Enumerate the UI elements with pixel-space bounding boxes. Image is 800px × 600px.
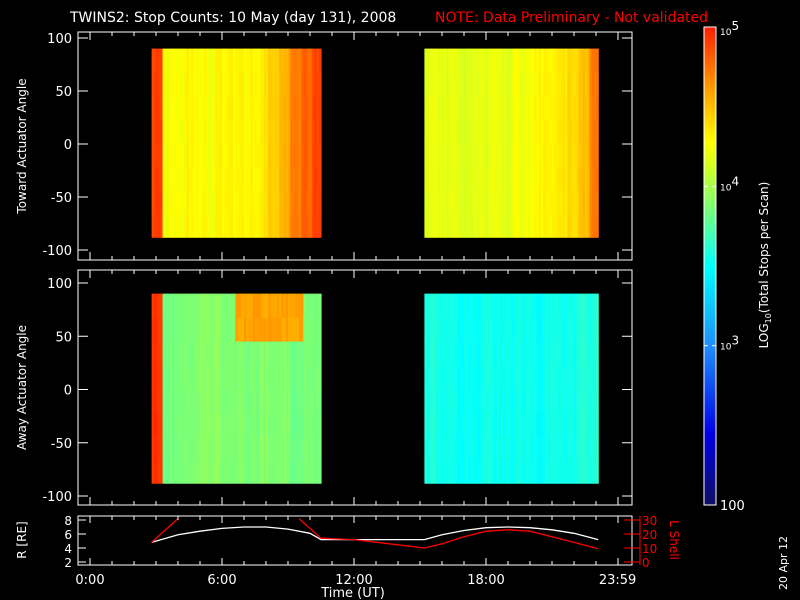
y-tick-label: 0 (64, 138, 72, 153)
colorbar-tick-exponent: 5 (731, 19, 739, 33)
x-tick-label: 23:59 (599, 573, 636, 588)
heatmap-cell (596, 364, 599, 389)
heatmap-cell (596, 317, 599, 342)
heatmap-cell (596, 72, 599, 97)
y-tick-label: 50 (55, 85, 72, 100)
heatmap-cell (596, 166, 599, 191)
heatmap-cell (318, 412, 322, 437)
heatmap-cell (318, 119, 322, 144)
heatmap-cell (318, 341, 322, 366)
heatmap-cell (318, 95, 322, 120)
lshell-tick-label: 20 (642, 528, 657, 542)
y-tick-label: -100 (42, 244, 72, 259)
heatmap-cell (318, 48, 322, 73)
colorbar-label-main: LOG (757, 323, 771, 348)
heatmap-cell (318, 435, 322, 461)
heatmap-cell (596, 142, 599, 168)
twins-plot: TWINS2: Stop Counts: 10 May (day 131), 2… (15, 10, 790, 600)
heatmap-cell (596, 293, 599, 318)
colorbar-gradient (704, 27, 716, 506)
heatmap-cell (318, 190, 322, 215)
colorbar-label: LOG10(Total Stops per Scan) (757, 182, 773, 349)
heatmap-cell (318, 364, 322, 389)
heatmap-cell (596, 435, 599, 461)
colorbar-tick-label: 105 (720, 19, 739, 38)
x-tick-label: 6:00 (207, 573, 236, 588)
y-tick-label: -100 (42, 490, 72, 505)
date-stamp: 20 Apr 12 (777, 536, 790, 590)
colorbar-tick-exponent: 3 (731, 334, 739, 348)
away-axis-label: Away Actuator Angle (15, 325, 29, 450)
y-tick-label: 100 (47, 277, 72, 292)
plot-title: TWINS2: Stop Counts: 10 May (day 131), 2… (69, 10, 396, 26)
heatmap-cell (596, 341, 599, 366)
heatmap-cell (318, 293, 322, 318)
toward-axis-label: Toward Actuator Angle (15, 78, 29, 214)
colorbar-tick-label: 104 (720, 174, 739, 193)
heatmap-cell (318, 317, 322, 342)
heatmap-cell (596, 119, 599, 144)
lshell-tick-label: 0 (642, 556, 650, 570)
lshell-tick-label: 10 (642, 542, 657, 556)
r-tick-label: 6 (64, 528, 72, 542)
x-tick-label: 0:00 (75, 573, 104, 588)
colorbar-tick-label: 100 (720, 499, 745, 514)
r-tick-label: 8 (64, 514, 72, 528)
preliminary-note: NOTE: Data Preliminary - Not validated (435, 10, 708, 26)
heatmap-cell (318, 213, 322, 238)
y-tick-label: -50 (51, 437, 72, 452)
y-tick-label: 50 (55, 330, 72, 345)
y-tick-label: -50 (51, 191, 72, 206)
heatmap-cell (318, 72, 322, 97)
heatmap-cell (596, 459, 599, 484)
r-tick-label: 2 (64, 556, 72, 570)
spectrogram-away (151, 293, 599, 484)
heatmap-cell (596, 190, 599, 215)
lshell-axis-label: L Shell (667, 520, 681, 560)
heatmap-cell (318, 166, 322, 191)
heatmap-cell (318, 459, 322, 484)
y-tick-label: 100 (47, 32, 72, 47)
heatmap-cell (596, 412, 599, 437)
colorbar-tick-label: 103 (720, 334, 739, 353)
heatmap-cell (596, 48, 599, 73)
colorbar-tick-exponent: 4 (731, 174, 739, 188)
colorbar-label-rest: (Total Stops per Scan) (757, 182, 771, 313)
heatmap-cell (318, 388, 322, 413)
y-tick-label: 0 (64, 384, 72, 399)
radius-axis-label: R [RE] (15, 521, 29, 558)
lshell-tick-label: 30 (642, 514, 657, 528)
spectrogram-toward (151, 48, 599, 238)
radius-line (151, 526, 599, 544)
heatmap-cell (596, 213, 599, 238)
colorbar-label-sub: 10 (764, 313, 773, 323)
heatmap-cell (596, 95, 599, 120)
heatmap-cell (318, 142, 322, 168)
x-axis-label: Time (UT) (320, 586, 385, 600)
r-tick-label: 4 (64, 542, 72, 556)
orbit-panel-frame (77, 515, 633, 566)
x-tick-label: 18:00 (467, 573, 504, 588)
heatmap-cell (596, 388, 599, 413)
